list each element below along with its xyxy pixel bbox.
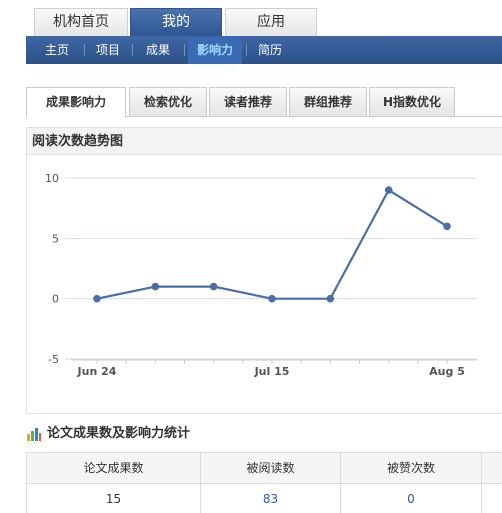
subnav-projects[interactable]: 项目 bbox=[88, 36, 128, 64]
sub-navigation: 主页 项目 成果 影响力 简历 bbox=[26, 36, 502, 64]
stats-title: 论文成果数及影响力统计 bbox=[47, 426, 191, 441]
tab-search-optimization[interactable]: 检索优化 bbox=[129, 87, 207, 117]
y-tick-label: -5 bbox=[48, 353, 59, 366]
subnav-results[interactable]: 成果 bbox=[136, 36, 180, 64]
series-line bbox=[96, 188, 448, 300]
tab-result-influence[interactable]: 成果影响力 bbox=[26, 87, 126, 118]
x-tick-label: Jun 24 bbox=[77, 365, 117, 378]
subnav-resume[interactable]: 简历 bbox=[250, 36, 290, 64]
section-tab-bar: 成果影响力 检索优化 读者推荐 群组推荐 H指数优化 bbox=[26, 87, 502, 118]
x-tick-label: Aug 5 bbox=[429, 365, 465, 378]
data-point bbox=[443, 222, 451, 231]
reading-trend-chart: -5 0 5 10 Jun 24 Jul 15 Aug 5 bbox=[45, 172, 477, 378]
like-count-link[interactable]: 0 bbox=[341, 484, 482, 513]
column-header: 被赞次数 bbox=[341, 453, 482, 484]
y-tick-label: 5 bbox=[52, 232, 59, 245]
tab-apps[interactable]: 应用 bbox=[225, 8, 317, 36]
paper-count-cell: 15 bbox=[27, 484, 201, 513]
column-header-overflow bbox=[482, 453, 502, 484]
tab-institution-home[interactable]: 机构首页 bbox=[34, 8, 128, 36]
data-point bbox=[93, 294, 101, 303]
tab-reader-recommend[interactable]: 读者推荐 bbox=[209, 87, 287, 117]
subnav-influence[interactable]: 影响力 bbox=[188, 36, 242, 64]
data-point bbox=[268, 294, 276, 303]
data-point bbox=[209, 282, 218, 291]
subnav-divider bbox=[84, 44, 85, 56]
read-count-link[interactable]: 83 bbox=[201, 484, 341, 513]
x-tick-label: Jul 15 bbox=[254, 365, 290, 378]
y-tick-label: 0 bbox=[52, 293, 59, 306]
column-header: 被阅读数 bbox=[201, 453, 341, 484]
tab-h-index[interactable]: H指数优化 bbox=[369, 87, 455, 117]
subnav-divider bbox=[184, 44, 185, 56]
stats-table: 论文成果数 被阅读数 被赞次数 15 83 0 bbox=[26, 452, 502, 513]
data-point bbox=[384, 186, 393, 194]
subnav-divider bbox=[132, 44, 133, 56]
tab-mine[interactable]: 我的 bbox=[130, 8, 222, 36]
data-point bbox=[151, 282, 160, 291]
data-point bbox=[326, 294, 335, 303]
bar-chart-icon bbox=[27, 428, 41, 441]
tab-group-recommend[interactable]: 群组推荐 bbox=[289, 87, 367, 117]
top-tab-bar: 机构首页 我的 应用 bbox=[0, 0, 502, 36]
column-header: 论文成果数 bbox=[27, 453, 201, 484]
reading-trend-panel: 阅读次数趋势图 -5 0 5 10 Jun 24 Jul 15 Aug 5 bbox=[26, 127, 502, 414]
table-cell-overflow bbox=[482, 484, 502, 513]
y-tick-label: 10 bbox=[45, 172, 59, 185]
subnav-home[interactable]: 主页 bbox=[34, 36, 80, 64]
subnav-divider bbox=[246, 44, 247, 56]
